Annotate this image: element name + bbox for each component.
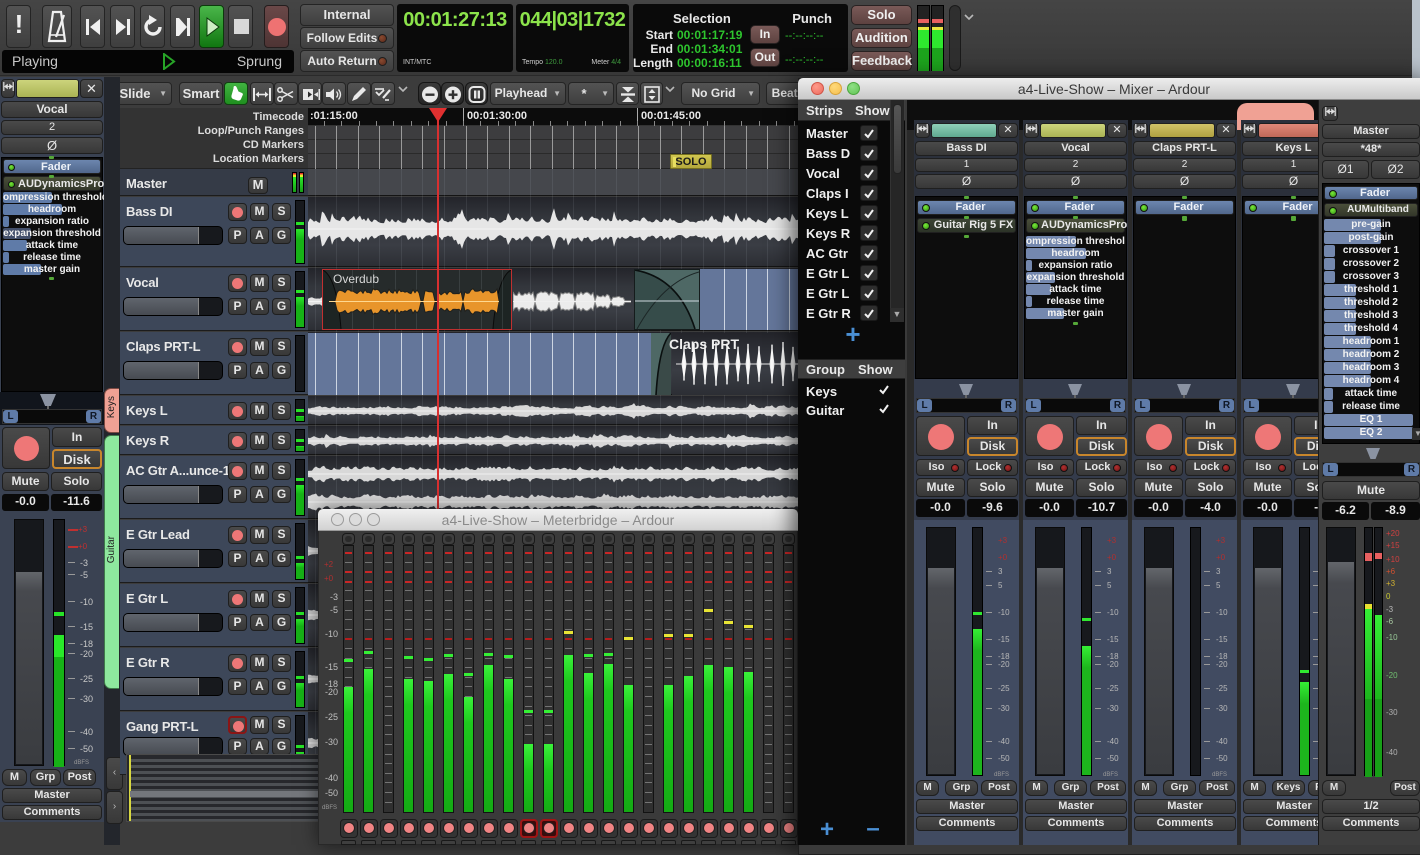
svg-text:!: ! xyxy=(14,9,23,39)
